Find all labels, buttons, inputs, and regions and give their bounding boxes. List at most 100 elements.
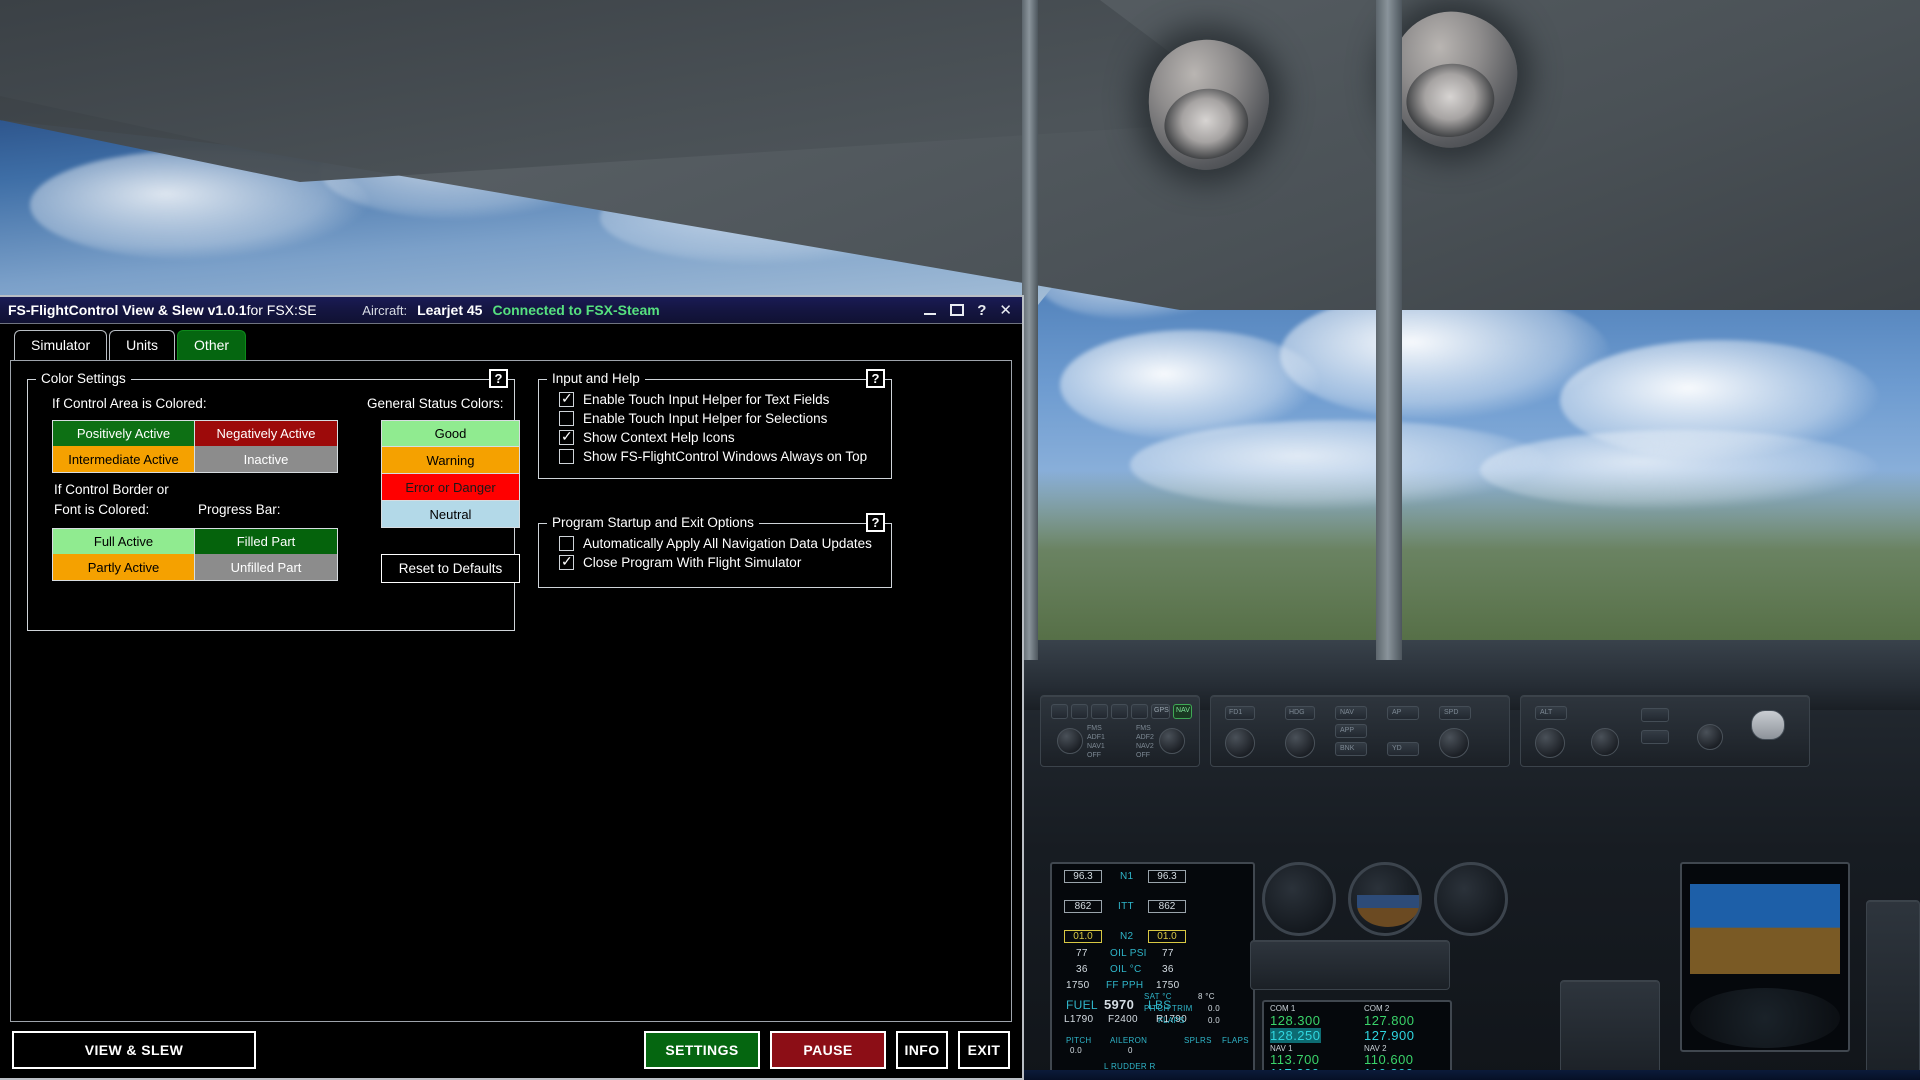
- exit-button[interactable]: EXIT: [958, 1031, 1010, 1069]
- checkbox-row-touch-selections[interactable]: Enable Touch Input Helper for Selections: [559, 411, 867, 426]
- vs-knob[interactable]: [1591, 728, 1619, 756]
- radio-selector-knob-left[interactable]: [1057, 728, 1083, 754]
- tab-units[interactable]: Units: [109, 330, 175, 360]
- heading-knob[interactable]: [1285, 728, 1315, 758]
- n1-right-value: 96.3: [1148, 870, 1186, 883]
- info-button[interactable]: INFO: [896, 1031, 948, 1069]
- swatch-negatively-active[interactable]: Negatively Active: [195, 420, 338, 447]
- yd-button[interactable]: YD: [1387, 742, 1419, 756]
- sat-label: SAT °C: [1144, 992, 1172, 1001]
- fuel-value: 5970: [1104, 997, 1134, 1012]
- radio-selector-knob-right[interactable]: [1159, 728, 1185, 754]
- view-slew-button[interactable]: VIEW & SLEW: [12, 1031, 256, 1069]
- swatch-error-or-danger[interactable]: Error or Danger: [381, 474, 520, 501]
- altimeter-gauge: [1434, 862, 1508, 936]
- color-row-3: Full Active Filled Part: [52, 528, 338, 555]
- panel-button[interactable]: [1751, 710, 1785, 740]
- course-knob[interactable]: [1225, 728, 1255, 758]
- swatch-positively-active[interactable]: Positively Active: [52, 420, 195, 447]
- oil-psi-label: OIL PSI: [1110, 948, 1147, 959]
- pause-button[interactable]: PAUSE: [770, 1031, 886, 1069]
- checkbox-context-help-icons[interactable]: [559, 430, 574, 445]
- fd1-button[interactable]: FD1: [1225, 706, 1255, 720]
- program-startup-group: Program Startup and Exit Options ? Autom…: [538, 523, 892, 588]
- checkbox-row-nav-data-updates[interactable]: Automatically Apply All Navigation Data …: [559, 536, 872, 551]
- color-settings-group: Color Settings ? If Control Area is Colo…: [27, 379, 515, 631]
- checkbox-row-always-on-top[interactable]: Show FS-FlightControl Windows Always on …: [559, 449, 867, 464]
- speed-knob[interactable]: [1439, 728, 1469, 758]
- swatch-unfilled-part[interactable]: Unfilled Part: [195, 554, 338, 581]
- checkbox-touch-selections[interactable]: [559, 411, 574, 426]
- panel-button[interactable]: [1641, 708, 1669, 722]
- checkbox-label: Enable Touch Input Helper for Text Field…: [583, 392, 829, 407]
- fuel-label: FUEL: [1066, 998, 1098, 1012]
- ap-button[interactable]: AP: [1387, 706, 1419, 720]
- swatch-partly-active[interactable]: Partly Active: [52, 554, 195, 581]
- yd-button-label: YD: [1392, 745, 1402, 752]
- cloud: [1480, 430, 1880, 510]
- panel-button[interactable]: [1051, 704, 1068, 719]
- border-font-heading-line2: Font is Colored:: [54, 502, 149, 517]
- selector-label: FMS: [1136, 725, 1151, 732]
- panel-button[interactable]: [1131, 704, 1148, 719]
- hdg-button[interactable]: HDG: [1285, 706, 1315, 720]
- swatch-good[interactable]: Good: [381, 420, 520, 447]
- altitude-knob[interactable]: [1535, 728, 1565, 758]
- com2-label: COM 2: [1364, 1004, 1389, 1013]
- gps-button[interactable]: GPS: [1151, 704, 1170, 719]
- close-icon[interactable]: ✕: [999, 303, 1012, 318]
- pfd-display: [1680, 862, 1850, 1052]
- program-startup-help-icon[interactable]: ?: [866, 513, 885, 532]
- color-row-4: Partly Active Unfilled Part: [52, 554, 338, 581]
- windshield-left-post: [1022, 0, 1038, 660]
- nav-mode-button[interactable]: NAV: [1335, 706, 1367, 720]
- help-icon[interactable]: ?: [977, 303, 986, 318]
- swatch-intermediate-active[interactable]: Intermediate Active: [52, 446, 195, 473]
- swatch-full-active[interactable]: Full Active: [52, 528, 195, 555]
- panel-button[interactable]: [1071, 704, 1088, 719]
- com1-standby[interactable]: 128.250: [1270, 1028, 1321, 1043]
- selector-label: OFF: [1087, 752, 1101, 759]
- color-settings-help-icon[interactable]: ?: [489, 369, 508, 388]
- swatch-filled-part[interactable]: Filled Part: [195, 528, 338, 555]
- alt-button[interactable]: ALT: [1535, 706, 1567, 720]
- nav-button[interactable]: NAV: [1173, 704, 1192, 719]
- checkbox-close-with-sim[interactable]: [559, 555, 574, 570]
- ff-right: 1750: [1156, 980, 1179, 991]
- minimize-icon[interactable]: [923, 303, 937, 317]
- checkbox-label: Show FS-FlightControl Windows Always on …: [583, 449, 867, 464]
- com2-standby[interactable]: 127.900: [1364, 1028, 1415, 1043]
- panel-button[interactable]: [1091, 704, 1108, 719]
- reset-to-defaults-button[interactable]: Reset to Defaults: [381, 554, 520, 583]
- checkbox-row-close-with-sim[interactable]: Close Program With Flight Simulator: [559, 555, 872, 570]
- checkbox-row-context-help-icons[interactable]: Show Context Help Icons: [559, 430, 867, 445]
- oil-c-left: 36: [1076, 964, 1088, 975]
- aileron-label: AILERON: [1110, 1036, 1147, 1045]
- com2-active: 127.800: [1364, 1013, 1415, 1028]
- checkbox-nav-data-updates[interactable]: [559, 536, 574, 551]
- checkbox-label: Enable Touch Input Helper for Selections: [583, 411, 827, 426]
- tab-other[interactable]: Other: [177, 330, 246, 360]
- pitch-value: 0.0: [1070, 1046, 1082, 1055]
- panel-button[interactable]: [1111, 704, 1128, 719]
- swatch-inactive[interactable]: Inactive: [195, 446, 338, 473]
- swatch-neutral[interactable]: Neutral: [381, 501, 520, 528]
- left-side-panel: [1866, 900, 1920, 1080]
- app-button[interactable]: APP: [1335, 724, 1367, 738]
- checkbox-row-touch-text-fields[interactable]: Enable Touch Input Helper for Text Field…: [559, 392, 867, 407]
- checkbox-touch-text-fields[interactable]: [559, 392, 574, 407]
- input-and-help-help-icon[interactable]: ?: [866, 369, 885, 388]
- tab-simulator[interactable]: Simulator: [14, 330, 107, 360]
- swatch-warning[interactable]: Warning: [381, 447, 520, 474]
- maximize-icon[interactable]: [950, 304, 964, 316]
- spd-button[interactable]: SPD: [1439, 706, 1471, 720]
- progress-bar-heading: Progress Bar:: [198, 502, 281, 517]
- bnk-button[interactable]: BNK: [1335, 742, 1367, 756]
- settings-button[interactable]: SETTINGS: [644, 1031, 760, 1069]
- checkbox-always-on-top[interactable]: [559, 449, 574, 464]
- panel-button[interactable]: [1641, 730, 1669, 744]
- trim-knob[interactable]: [1697, 724, 1723, 750]
- window-title-bar[interactable]: FS-FlightControl View & Slew v1.0.1for F…: [0, 297, 1022, 324]
- ff-left: 1750: [1066, 980, 1089, 991]
- general-status-heading: General Status Colors:: [367, 396, 504, 411]
